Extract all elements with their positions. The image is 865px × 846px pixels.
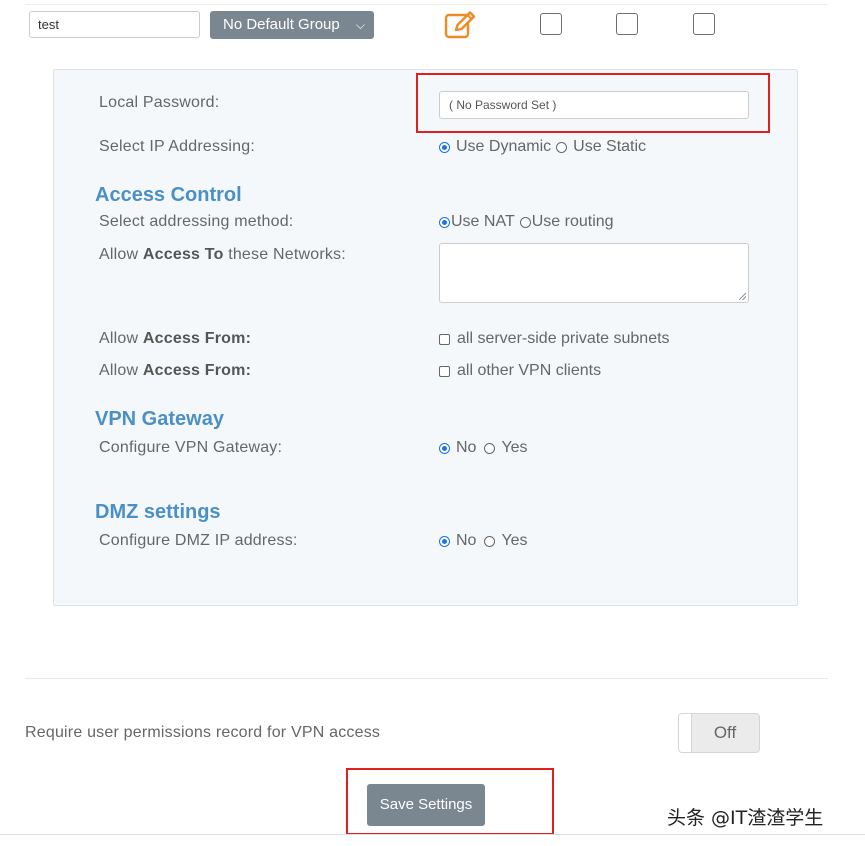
dmz-yes-label: Yes	[501, 532, 528, 549]
use-dynamic-label: Use Dynamic	[456, 138, 552, 155]
footer-divider	[0, 834, 865, 835]
access-to-prefix: Allow	[99, 246, 143, 263]
user-option-checkbox-3[interactable]	[693, 13, 715, 35]
vpn-gateway-options: No Yes	[439, 439, 528, 457]
user-option-checkbox-2[interactable]	[616, 13, 638, 35]
chevron-down-icon: ⌵	[355, 18, 365, 32]
access-to-suffix: these Networks:	[223, 246, 346, 263]
use-nat-radio[interactable]	[439, 216, 450, 228]
use-nat-label: Use NAT	[451, 213, 515, 230]
access-from-label-1: Allow Access From:	[99, 330, 251, 348]
vpn-gateway-no-label: No	[456, 439, 477, 456]
password-highlight-box	[416, 73, 770, 133]
default-group-select-value: No Default Group	[223, 16, 340, 33]
vpn-user-settings-page: No Default Group ⌵ Local Password: ( No …	[0, 0, 865, 846]
dmz-no-label: No	[456, 532, 477, 549]
local-password-label: Local Password:	[99, 94, 220, 111]
watermark-text: 头条 @IT渣渣学生	[667, 807, 824, 829]
access-to-networks-textarea[interactable]	[439, 243, 749, 303]
server-subnets-option: all server-side private subnets	[439, 330, 670, 348]
access-to-bold: Access To	[142, 246, 224, 263]
use-static-radio[interactable]	[556, 141, 568, 153]
access-from-label-2: Allow Access From:	[99, 362, 251, 380]
bottom-divider	[25, 678, 828, 679]
vpn-gateway-label: Configure VPN Gateway:	[99, 439, 283, 456]
toggle-label: Off	[713, 723, 737, 742]
user-option-checkbox-1[interactable]	[540, 13, 562, 35]
dmz-settings-heading: DMZ settings	[95, 501, 221, 523]
vpn-gateway-no-radio[interactable]	[439, 442, 450, 454]
access-from-prefix-2: Allow	[99, 362, 143, 379]
default-group-select[interactable]: No Default Group ⌵	[210, 11, 374, 39]
addressing-method-label: Select addressing method:	[99, 213, 294, 230]
server-subnets-label: all server-side private subnets	[457, 330, 670, 347]
vpn-clients-checkbox[interactable]	[439, 365, 450, 377]
edit-pencil-icon[interactable]	[443, 10, 479, 40]
top-divider	[25, 4, 828, 5]
server-subnets-checkbox[interactable]	[439, 333, 450, 345]
use-dynamic-radio[interactable]	[439, 141, 450, 153]
vpn-clients-label: all other VPN clients	[457, 362, 602, 379]
access-control-heading: Access Control	[95, 184, 242, 206]
use-routing-radio[interactable]	[519, 216, 531, 228]
resize-grip-icon[interactable]	[739, 293, 746, 300]
vpn-gateway-yes-label: Yes	[501, 439, 528, 456]
dmz-yes-radio[interactable]	[484, 535, 496, 547]
access-to-networks-label: Allow Access To these Networks:	[99, 246, 346, 264]
use-static-label: Use Static	[573, 138, 647, 155]
username-input[interactable]	[29, 11, 200, 38]
permissions-toggle[interactable]: Off	[678, 713, 760, 753]
dmz-options: No Yes	[439, 532, 528, 550]
access-from-bold-1: Access From:	[142, 330, 252, 347]
ip-addressing-options: Use Dynamic Use Static	[439, 138, 646, 156]
ip-addressing-label: Select IP Addressing:	[99, 138, 255, 155]
dmz-label: Configure DMZ IP address:	[99, 532, 298, 549]
save-settings-button[interactable]: Save Settings	[367, 784, 485, 826]
addressing-method-options: Use NAT Use routing	[439, 213, 614, 231]
dmz-no-radio[interactable]	[439, 535, 450, 547]
use-routing-label: Use routing	[531, 213, 614, 230]
vpn-clients-option: all other VPN clients	[439, 362, 601, 380]
access-from-bold-2: Access From:	[142, 362, 252, 379]
vpn-gateway-yes-radio[interactable]	[484, 442, 496, 454]
access-from-prefix-1: Allow	[99, 330, 143, 347]
vpn-gateway-heading: VPN Gateway	[95, 408, 224, 430]
permissions-record-label: Require user permissions record for VPN …	[25, 724, 381, 741]
